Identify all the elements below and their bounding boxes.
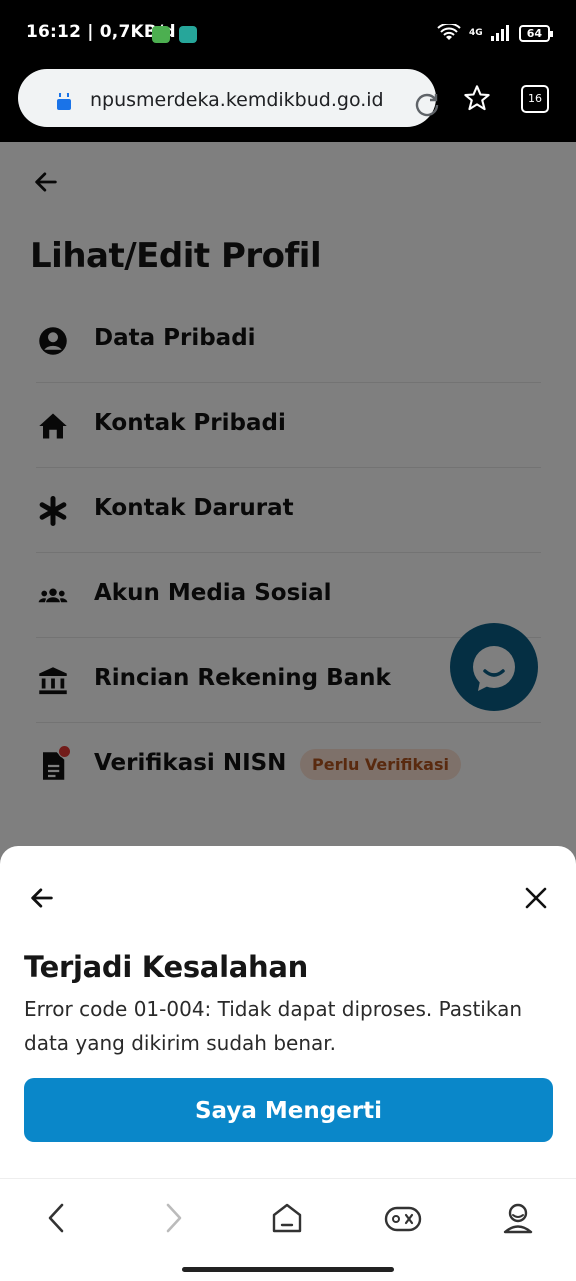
back-chevron-icon[interactable] — [44, 1201, 70, 1235]
browser-toolbar: npusmerdeka.kemdikbud.go.id 16 — [0, 64, 576, 142]
status-icons: 4G 64 — [437, 24, 554, 42]
bookmark-star-icon[interactable] — [463, 84, 491, 112]
lock-icon — [57, 93, 71, 110]
address-bar[interactable]: npusmerdeka.kemdikbud.go.id — [18, 69, 439, 127]
forward-chevron-icon[interactable] — [160, 1201, 186, 1235]
gesture-home-indicator[interactable] — [182, 1267, 394, 1272]
dialog-title: Terjadi Kesalahan — [24, 950, 308, 984]
notification-app-icon — [152, 26, 170, 43]
reload-icon[interactable] — [414, 91, 440, 117]
tab-switcher-button[interactable]: 16 — [521, 85, 549, 113]
dialog-message: Error code 01-004: Tidak dapat diproses.… — [24, 997, 523, 1055]
wifi-icon — [437, 24, 461, 40]
home-icon[interactable] — [270, 1201, 304, 1235]
confirm-button[interactable]: Saya Mengerti — [24, 1078, 553, 1142]
browser-nav-bar — [0, 1178, 576, 1281]
back-arrow-icon[interactable] — [28, 884, 56, 912]
signal-icon — [490, 25, 509, 41]
whatsapp-icon — [179, 26, 197, 43]
url-text[interactable]: npusmerdeka.kemdikbud.go.id — [90, 89, 384, 111]
profile-icon[interactable] — [502, 1201, 534, 1235]
game-controller-icon[interactable] — [384, 1201, 422, 1235]
battery-indicator: 64 — [518, 24, 554, 42]
network-type: 4G — [469, 27, 483, 38]
close-icon[interactable] — [524, 886, 548, 910]
status-bar: 16:12 | 0,7KB/d 4G 64 — [0, 0, 576, 64]
